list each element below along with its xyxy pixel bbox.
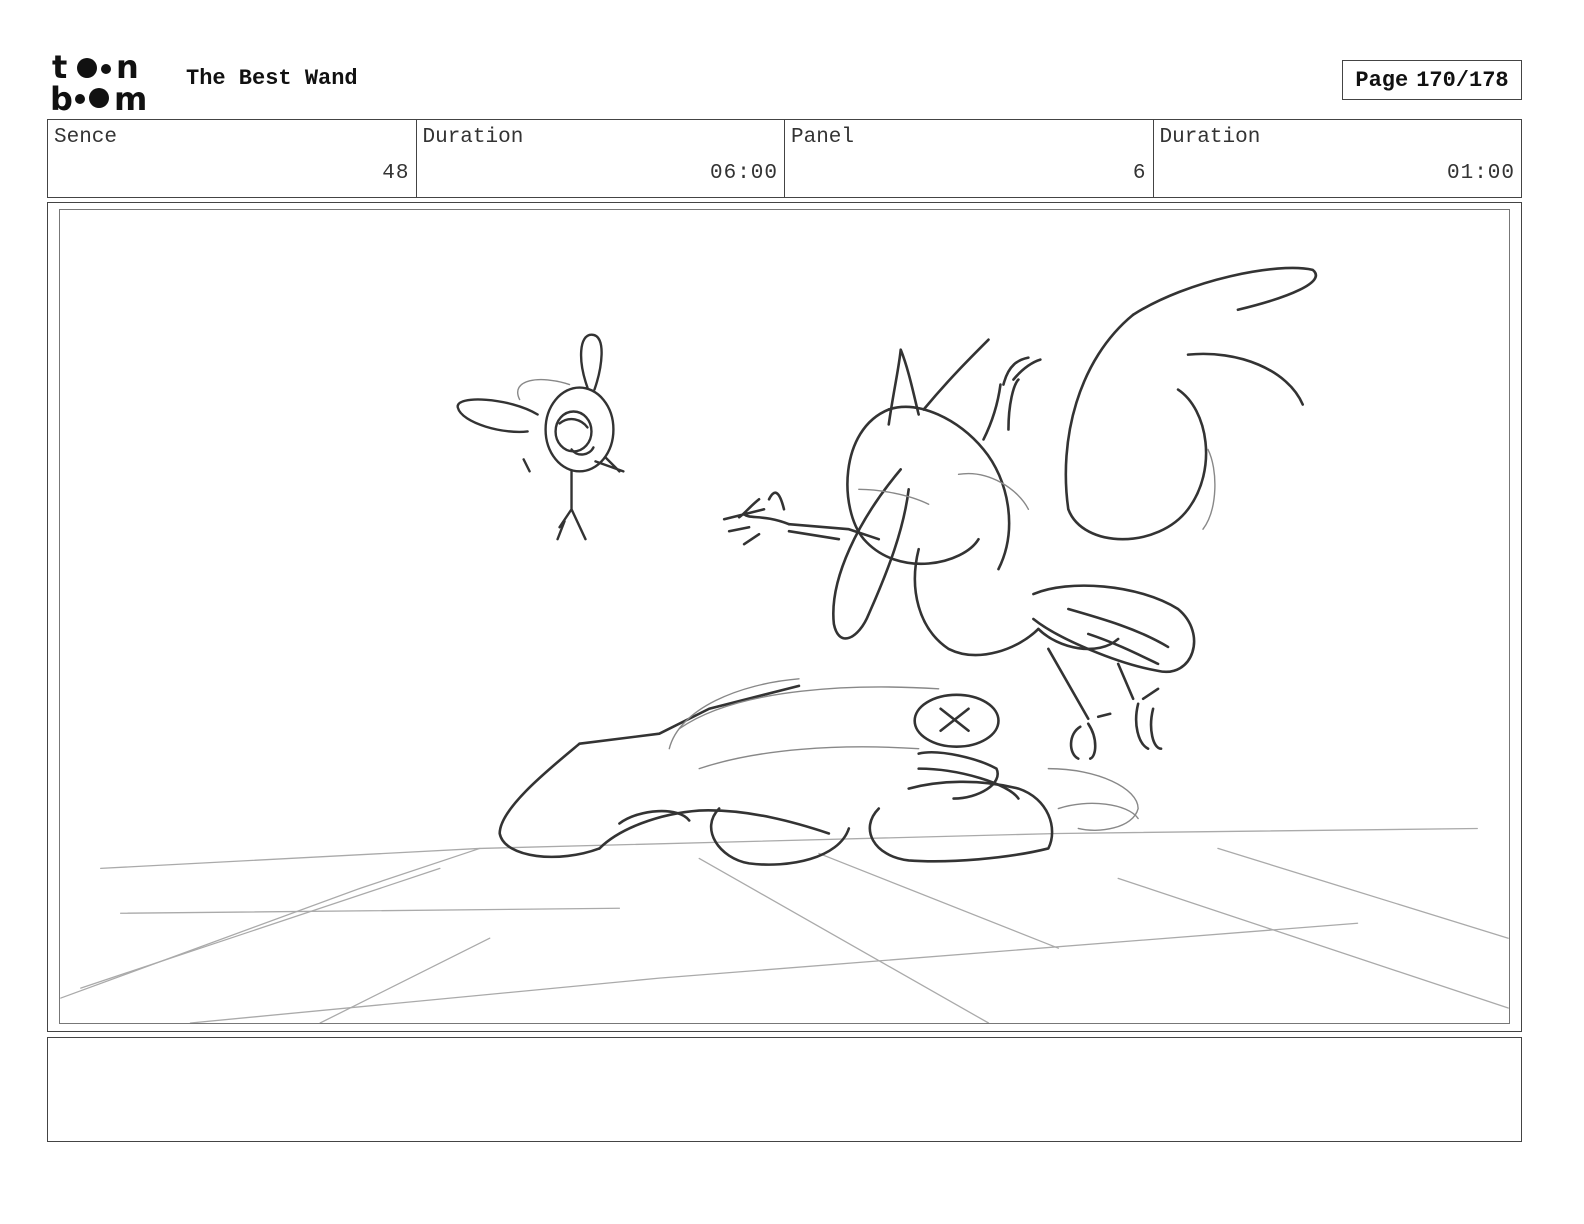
page-indicator: Page 170/178	[1342, 60, 1522, 100]
panel-info-row: Sence 48 Duration 06:00 Panel 6 Duration…	[47, 119, 1522, 198]
panel-value: 6	[1132, 162, 1147, 185]
panel-duration-cell: Duration 01:00	[1154, 120, 1522, 197]
page-number: 170/178	[1416, 67, 1509, 93]
scene-label: Sence	[54, 126, 118, 149]
scene-duration-cell: Duration 06:00	[417, 120, 785, 197]
document-title: The Best Wand	[186, 66, 358, 91]
svg-text:m: m	[114, 80, 147, 114]
scene-value: 48	[382, 162, 410, 185]
scene-duration-value: 06:00	[709, 162, 778, 185]
panel-duration-value: 01:00	[1446, 162, 1515, 185]
svg-text:b: b	[50, 80, 73, 114]
panel-duration-label: Duration	[1159, 126, 1261, 149]
sketch-drawing	[60, 266, 1509, 1023]
toon-boom-logo: t n b m	[50, 50, 166, 114]
panel-notes-box	[47, 1037, 1522, 1142]
page-label: Page	[1355, 67, 1409, 93]
storyboard-panel-image	[59, 209, 1510, 1024]
panel-cell: Panel 6	[785, 120, 1154, 197]
panel-label: Panel	[791, 126, 855, 149]
scene-cell: Sence 48	[48, 120, 417, 197]
scene-duration-label: Duration	[422, 126, 524, 149]
